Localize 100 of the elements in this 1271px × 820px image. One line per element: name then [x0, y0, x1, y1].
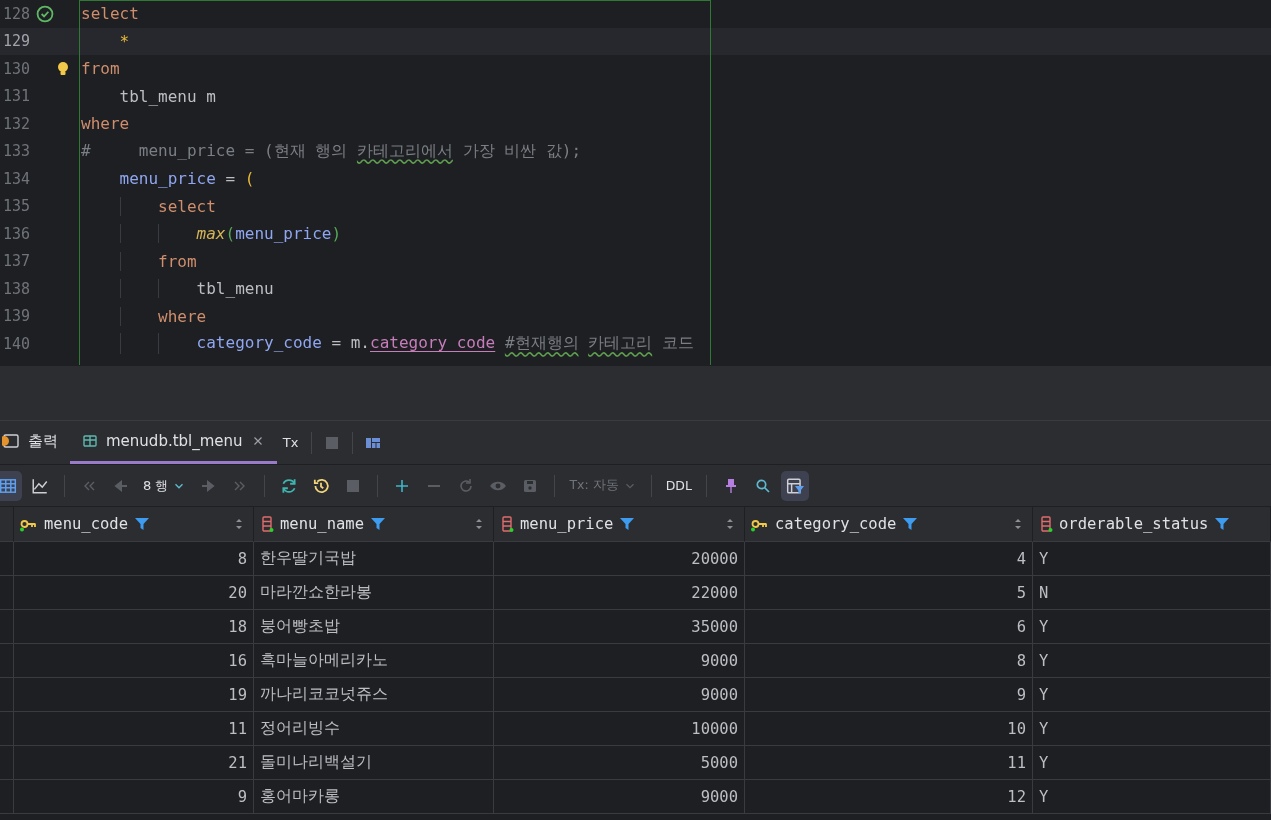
table-filter-icon	[785, 476, 804, 495]
table-cell: Y	[1033, 780, 1271, 814]
column-header[interactable]: category_code	[745, 507, 1033, 542]
code-line: from	[81, 59, 120, 79]
table-cell: 8	[745, 644, 1033, 678]
table-cell: Y	[1033, 610, 1271, 644]
console-icon	[2, 433, 20, 449]
arrow-right-icon	[200, 477, 217, 494]
code-line: menu_price = (	[118, 169, 255, 189]
row-header[interactable]	[0, 780, 14, 814]
table-cell: 22000	[494, 576, 745, 610]
lightbulb-icon[interactable]	[56, 60, 70, 77]
line-number: 129	[1, 32, 30, 51]
filter-icon	[902, 516, 919, 532]
row-header[interactable]	[0, 610, 14, 644]
table-cell: 10	[745, 712, 1033, 746]
row-count-dropdown[interactable]: 8 행	[139, 470, 191, 501]
column-header[interactable]: menu_price	[494, 507, 745, 542]
table-cell: 한우딸기국밥	[254, 542, 494, 576]
row-header[interactable]	[0, 746, 14, 780]
table-cell: 12	[745, 780, 1033, 814]
line-number: 130	[1, 59, 30, 78]
row-header[interactable]	[0, 542, 14, 576]
table-cell: 19	[14, 678, 254, 712]
table-cell: 까나리코코넛쥬스	[254, 678, 494, 712]
code-line: from	[157, 251, 197, 271]
arrow-left-icon	[113, 477, 129, 494]
table-cell: 9000	[494, 678, 745, 712]
column-header[interactable]: menu_code	[14, 507, 254, 542]
filter-icon	[619, 516, 636, 532]
minus-icon	[428, 484, 441, 487]
ddl-button[interactable]: DDL	[661, 470, 696, 501]
filter-icon	[134, 516, 150, 532]
table-cell: 돌미나리백설기	[254, 746, 494, 780]
table-cell: 6	[745, 610, 1033, 644]
table-cell: 9000	[494, 644, 745, 678]
table-cell: 8	[14, 542, 254, 576]
table-cell: 9000	[494, 780, 745, 814]
save-icon	[522, 477, 539, 494]
table-cell: 마라깐쇼한라봉	[254, 576, 494, 610]
table-cell: N	[1033, 576, 1271, 610]
column-header[interactable]: orderable_status	[1033, 507, 1271, 542]
code-line: tbl_menu	[195, 279, 274, 299]
table-cell: 35000	[494, 610, 745, 644]
table-cell: 9	[14, 780, 254, 814]
line-number: 132	[1, 114, 30, 133]
table-cell: Y	[1033, 746, 1271, 780]
transaction-button[interactable]: Tx	[276, 427, 305, 458]
table-cell: Y	[1033, 644, 1271, 678]
search-icon	[754, 477, 771, 494]
column-icon	[500, 516, 514, 532]
line-number: 137	[1, 252, 30, 271]
line-number: 138	[1, 279, 30, 298]
redo-icon	[458, 477, 475, 494]
table-cell: 10000	[494, 712, 745, 746]
table-cell: Y	[1033, 678, 1271, 712]
line-number: 128	[1, 4, 30, 23]
column-header[interactable]: menu_name	[254, 507, 494, 542]
row-header[interactable]	[0, 576, 14, 610]
refresh-icon	[280, 476, 299, 495]
code-line: select	[81, 4, 139, 24]
filter-view-button[interactable]	[780, 470, 809, 501]
table-cell: Y	[1033, 712, 1271, 746]
line-number: 134	[1, 169, 30, 188]
column-icon	[1039, 516, 1053, 532]
tab[interactable]: 출력	[0, 421, 70, 464]
line-number: 136	[1, 224, 30, 243]
row-header[interactable]	[0, 644, 14, 678]
table-cell: 4	[745, 542, 1033, 576]
code-line: where	[157, 306, 207, 326]
table-cell: 20000	[494, 542, 745, 576]
line-number: 135	[1, 197, 30, 216]
table-cell: 홍어마카롱	[254, 780, 494, 814]
row-header[interactable]	[0, 678, 14, 712]
stop-icon	[323, 434, 340, 451]
stop-icon	[345, 477, 362, 494]
line-number: 140	[1, 334, 30, 353]
filter-icon	[1214, 516, 1231, 532]
table-cell: 18	[14, 610, 254, 644]
filter-icon	[370, 516, 386, 532]
code-line: # menu_price = (현재 행의 카테고리에서 가장 비싼 값);	[81, 140, 582, 162]
column-icon	[260, 516, 274, 532]
table-cell: 흑마늘아메리카노	[254, 644, 494, 678]
table-cell: 16	[14, 644, 254, 678]
table-cell: 21	[14, 746, 254, 780]
grid-icon	[0, 476, 17, 495]
table-cell: 붕어빵초밥	[254, 610, 494, 644]
grid-view-button[interactable]	[0, 470, 22, 501]
table-cell: 11	[14, 712, 254, 746]
code-line: max(menu_price)	[195, 224, 342, 244]
table-cell: 5	[745, 576, 1033, 610]
line-number: 139	[1, 307, 30, 326]
history-icon	[312, 476, 331, 495]
line-number: 133	[1, 142, 30, 161]
table-cell: Y	[1033, 542, 1271, 576]
row-header[interactable]	[0, 712, 14, 746]
table-cell: 11	[745, 746, 1033, 780]
code-line: where	[81, 114, 130, 134]
code-line: tbl_menu m	[118, 86, 216, 106]
code-line: select	[157, 196, 216, 216]
